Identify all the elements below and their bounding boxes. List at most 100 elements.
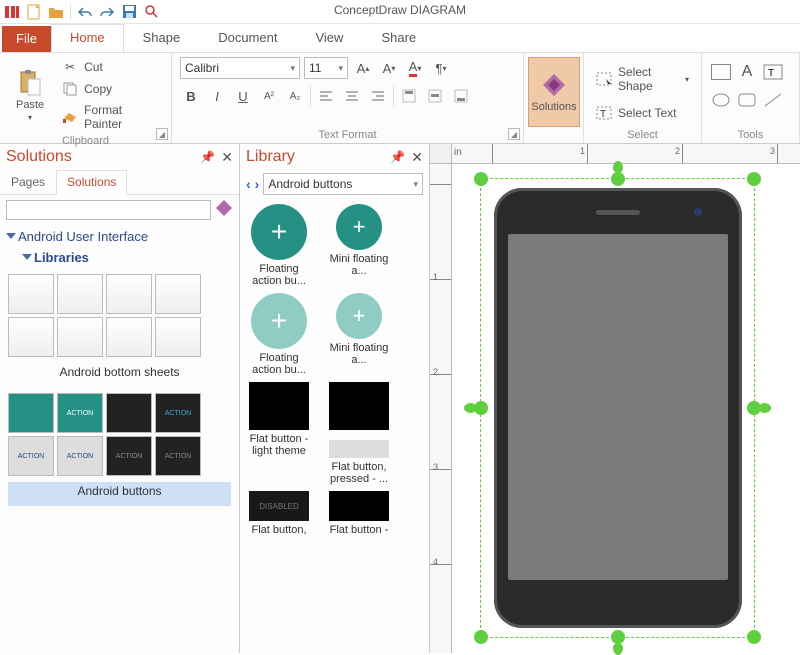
superscript-button[interactable]: A² xyxy=(258,85,280,107)
valign-middle-button[interactable] xyxy=(424,85,446,107)
cut-button[interactable]: ✂Cut xyxy=(58,57,163,77)
resize-handle-n[interactable] xyxy=(611,172,625,186)
solutions-panel: Solutions 📌 ✕ Pages Solutions Android Us… xyxy=(0,144,240,653)
font-combo[interactable]: Calibri▾ xyxy=(180,57,300,79)
redo-icon[interactable] xyxy=(99,4,115,20)
shape-text-icon[interactable]: A xyxy=(736,61,758,83)
lib-item-fab-light[interactable]: +Floating action bu... xyxy=(244,293,314,376)
tab-home[interactable]: Home xyxy=(51,24,124,52)
tree-libraries[interactable]: Libraries xyxy=(8,247,231,268)
pin-icon[interactable]: 📌 xyxy=(200,150,215,164)
svg-text:T: T xyxy=(600,109,606,120)
undo-icon[interactable] xyxy=(77,4,93,20)
canvas[interactable] xyxy=(452,164,800,653)
library-body[interactable]: +Floating action bu... +Mini floating a.… xyxy=(240,198,429,653)
tab-view[interactable]: View xyxy=(296,24,362,52)
font-size-combo[interactable]: 11▾ xyxy=(304,57,348,79)
subscript-button[interactable]: A₂ xyxy=(284,85,306,107)
find-icon[interactable] xyxy=(143,4,159,20)
grow-font-button[interactable]: A▴ xyxy=(352,57,374,79)
lib-item-flat3[interactable]: Flat button - xyxy=(324,491,394,536)
open-icon[interactable] xyxy=(48,4,64,20)
solutions-icon[interactable] xyxy=(215,199,233,220)
pin-icon[interactable]: 📌 xyxy=(390,150,405,164)
lib-item-flat[interactable]: Flat button - light theme xyxy=(244,382,314,485)
tab-file[interactable]: File xyxy=(2,26,51,52)
format-painter-button[interactable]: Format Painter xyxy=(58,101,163,133)
search-input[interactable] xyxy=(6,200,211,220)
solutions-tabs: Pages Solutions xyxy=(0,170,239,195)
lib2-label[interactable]: Android buttons xyxy=(8,482,231,506)
save-icon[interactable] xyxy=(121,4,137,20)
lib-item-flat2[interactable]: DISABLEDFlat button, xyxy=(244,491,314,536)
font-color-button[interactable]: A▾ xyxy=(404,57,426,79)
shape-rect-icon[interactable] xyxy=(710,61,732,83)
underline-button[interactable]: U xyxy=(232,85,254,107)
lib-item-mini-fab[interactable]: +Mini floating a... xyxy=(324,204,394,287)
thumb[interactable]: ACTION xyxy=(155,393,201,433)
rotate-handle-bottom[interactable] xyxy=(613,643,623,655)
thumb[interactable] xyxy=(8,393,54,433)
thumb[interactable]: ACTION xyxy=(57,393,103,433)
align-center-button[interactable] xyxy=(341,85,363,107)
library-combo[interactable]: Android buttons▾ xyxy=(263,173,423,195)
thumb[interactable] xyxy=(106,393,152,433)
thumb[interactable] xyxy=(106,317,152,357)
tab-solutions[interactable]: Solutions xyxy=(56,170,127,195)
resize-handle-se[interactable] xyxy=(747,630,761,644)
select-shape-button[interactable]: Select Shape▾ xyxy=(592,63,693,95)
resize-handle-e[interactable] xyxy=(747,401,761,415)
resize-handle-nw[interactable] xyxy=(474,172,488,186)
shape-line-icon[interactable] xyxy=(762,89,784,111)
phone-shape[interactable] xyxy=(494,188,742,628)
svg-text:T: T xyxy=(768,68,774,79)
align-right-button[interactable] xyxy=(367,85,389,107)
thumb[interactable]: ACTION xyxy=(57,436,103,476)
paste-button[interactable]: Paste ▾ xyxy=(8,57,52,133)
paragraph-button[interactable]: ¶▾ xyxy=(430,57,452,79)
shape-ellipse-icon[interactable] xyxy=(710,89,732,111)
valign-top-button[interactable] xyxy=(398,85,420,107)
solutions-button[interactable]: Solutions xyxy=(528,57,580,127)
tree-android-ui[interactable]: Android User Interface xyxy=(8,226,231,247)
thumb[interactable] xyxy=(57,274,103,314)
align-left-button[interactable] xyxy=(315,85,337,107)
thumb[interactable]: ACTION xyxy=(106,436,152,476)
shape-textbox-icon[interactable]: T xyxy=(762,61,784,83)
thumb[interactable] xyxy=(155,317,201,357)
italic-button[interactable]: I xyxy=(206,85,228,107)
tab-shape[interactable]: Shape xyxy=(124,24,200,52)
lib-item-mini-fab-light[interactable]: +Mini floating a... xyxy=(324,293,394,376)
clipboard-launcher[interactable]: ◢ xyxy=(156,128,168,140)
close-icon[interactable]: ✕ xyxy=(411,149,423,166)
thumb[interactable] xyxy=(8,317,54,357)
new-icon[interactable] xyxy=(26,4,42,20)
thumb[interactable] xyxy=(155,274,201,314)
tab-pages[interactable]: Pages xyxy=(0,170,56,194)
select-text-button[interactable]: TSelect Text xyxy=(592,103,693,123)
thumb[interactable] xyxy=(57,317,103,357)
group-label-clipboard: Clipboard xyxy=(8,133,163,147)
valign-bottom-button[interactable] xyxy=(450,85,472,107)
next-icon[interactable]: › xyxy=(255,176,260,192)
thumb[interactable] xyxy=(8,274,54,314)
copy-button[interactable]: Copy xyxy=(58,79,163,99)
thumb[interactable]: ACTION xyxy=(8,436,54,476)
resize-handle-sw[interactable] xyxy=(474,630,488,644)
resize-handle-s[interactable] xyxy=(611,630,625,644)
thumb[interactable] xyxy=(106,274,152,314)
close-icon[interactable]: ✕ xyxy=(221,149,233,166)
tab-share[interactable]: Share xyxy=(362,24,435,52)
shrink-font-button[interactable]: A▾ xyxy=(378,57,400,79)
prev-icon[interactable]: ‹ xyxy=(246,176,251,192)
tab-document[interactable]: Document xyxy=(199,24,296,52)
lib1-label[interactable]: Android bottom sheets xyxy=(8,363,231,387)
text-launcher[interactable]: ◢ xyxy=(508,128,520,140)
resize-handle-w[interactable] xyxy=(474,401,488,415)
bold-button[interactable]: B xyxy=(180,85,202,107)
shape-roundrect-icon[interactable] xyxy=(736,89,758,111)
lib-item-fab[interactable]: +Floating action bu... xyxy=(244,204,314,287)
lib-item-flat-pressed[interactable]: Flat button, pressed - ... xyxy=(324,382,394,485)
thumb[interactable]: ACTION xyxy=(155,436,201,476)
resize-handle-ne[interactable] xyxy=(747,172,761,186)
